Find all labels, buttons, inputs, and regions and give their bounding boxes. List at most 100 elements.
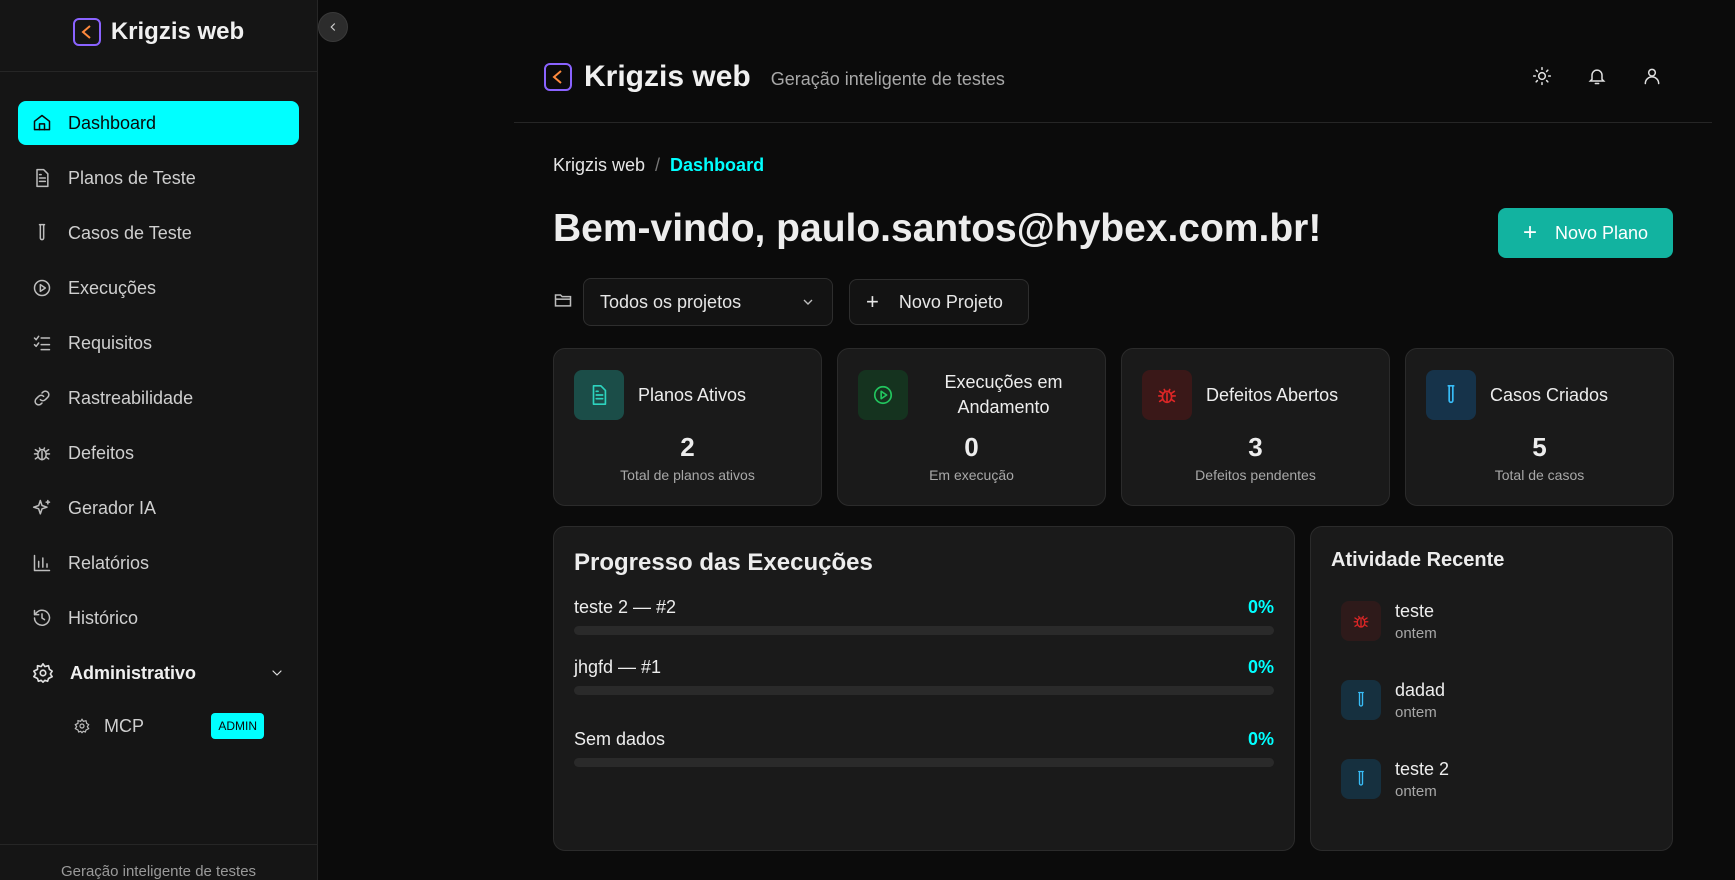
activity-name: dadad xyxy=(1395,679,1446,700)
new-project-label: Novo Projeto xyxy=(898,291,1003,312)
project-select[interactable]: Todos os projetos xyxy=(583,278,833,326)
sidebar-item-defeitos[interactable]: Defeitos xyxy=(18,431,299,475)
bug-icon xyxy=(1142,370,1192,420)
stat-subtitle: Total de planos ativos xyxy=(620,467,755,483)
sidebar-item-label: Casos de Teste xyxy=(68,222,192,243)
page-title: Bem-vindo, paulo.santos@hybex.com.br! xyxy=(553,207,1322,250)
folder-icon xyxy=(553,290,573,315)
sidebar-subitem-mcp[interactable]: MCP ADMIN xyxy=(18,706,299,746)
sidebar-item-label: Defeitos xyxy=(68,442,135,463)
sidebar-collapse-button[interactable] xyxy=(318,12,348,42)
project-filter-row: Todos os projetos + Novo Projeto xyxy=(553,278,1029,326)
link-icon xyxy=(34,390,50,406)
activity-time: ontem xyxy=(1395,782,1437,800)
user-icon[interactable] xyxy=(1642,66,1662,86)
logo-icon xyxy=(72,17,101,46)
activity-time: ontem xyxy=(1395,703,1437,721)
admin-badge: ADMIN xyxy=(211,713,264,739)
progress-name: teste 2 — #2 xyxy=(574,597,677,617)
list-checks-icon xyxy=(33,335,51,351)
sidebar-item-rastreabilidade[interactable]: Rastreabilidade xyxy=(18,376,299,420)
sidebar-item-label: Administrativo xyxy=(70,662,197,683)
progress-row[interactable]: jhgfd — #1 0% xyxy=(574,657,1274,695)
sidebar-item-administrativo[interactable]: Administrativo xyxy=(18,651,299,695)
gear-icon xyxy=(74,718,90,734)
top-actions xyxy=(1532,66,1662,86)
activity-name: teste 2 xyxy=(1395,758,1450,779)
sidebar-item-label: Execuções xyxy=(68,277,157,298)
test-tube-icon xyxy=(1341,680,1381,720)
history-icon xyxy=(33,609,51,627)
new-project-button[interactable]: + Novo Projeto xyxy=(849,279,1029,325)
activity-title: Atividade Recente xyxy=(1331,549,1505,571)
gear-icon xyxy=(33,663,53,683)
stat-card-execucoes[interactable]: Execuções em Andamento 0 Em execução xyxy=(837,348,1106,506)
progress-percent: 0% xyxy=(1247,729,1274,749)
breadcrumb-separator: / xyxy=(655,155,661,175)
test-tube-icon xyxy=(1426,370,1476,420)
sidebar-item-label: Histórico xyxy=(68,607,139,628)
stat-card-casos[interactable]: Casos Criados 5 Total de casos xyxy=(1405,348,1674,506)
play-circle-icon xyxy=(33,279,51,297)
progress-name: jhgfd — #1 xyxy=(574,657,662,677)
sidebar-item-requisitos[interactable]: Requisitos xyxy=(18,321,299,365)
stat-value: 5 xyxy=(1532,432,1547,462)
sidebar-subitem-label: MCP xyxy=(104,715,144,736)
logo-icon xyxy=(544,63,572,91)
stat-card-planos[interactable]: Planos Ativos 2 Total de planos ativos xyxy=(553,348,822,506)
new-plan-label: Novo Plano xyxy=(1554,222,1649,243)
test-tube-icon xyxy=(38,223,46,241)
sidebar-item-label: Requisitos xyxy=(68,332,153,353)
sidebar-item-historico[interactable]: Histórico xyxy=(18,596,299,640)
sidebar-item-label: Dashboard xyxy=(68,112,157,133)
progress-percent: 0% xyxy=(1247,657,1274,677)
sidebar-item-gerador-ia[interactable]: Gerador IA xyxy=(18,486,299,530)
home-icon xyxy=(33,114,51,131)
progress-title: Progresso das Execuções xyxy=(574,549,873,576)
sidebar-item-execucoes[interactable]: Execuções xyxy=(18,266,299,310)
test-tube-icon xyxy=(1341,759,1381,799)
breadcrumb-current: Dashboard xyxy=(670,155,765,175)
stat-card-defeitos[interactable]: Defeitos Abertos 3 Defeitos pendentes xyxy=(1121,348,1390,506)
sidebar-item-label: Gerador IA xyxy=(68,497,157,518)
file-text-icon xyxy=(574,370,624,420)
activity-time: ontem xyxy=(1395,624,1437,642)
sidebar-item-relatorios[interactable]: Relatórios xyxy=(18,541,299,585)
sidebar-item-label: Planos de Teste xyxy=(68,167,196,188)
activity-name: teste xyxy=(1395,600,1435,621)
sidebar-footer: Geração inteligente de testes xyxy=(0,844,317,880)
sun-icon[interactable] xyxy=(1532,66,1552,86)
plus-icon: + xyxy=(866,289,879,314)
plus-icon: + xyxy=(1522,219,1537,246)
progress-row[interactable]: teste 2 — #2 0% xyxy=(574,597,1274,635)
activity-item[interactable]: teste 2 ontem xyxy=(1341,758,1652,800)
stat-value: 0 xyxy=(964,432,979,462)
breadcrumb-root[interactable]: Krigzis web xyxy=(553,155,645,176)
sidebar-item-dashboard[interactable]: Dashboard xyxy=(18,101,299,145)
sidebar-header: Krigzis web xyxy=(0,0,317,72)
recent-activity-card: Atividade Recente teste ontem dadad onte… xyxy=(1310,526,1673,851)
progress-name: Sem dados xyxy=(574,729,666,749)
stat-value: 3 xyxy=(1248,432,1263,462)
sidebar-item-label: Rastreabilidade xyxy=(68,387,194,408)
bug-icon xyxy=(33,447,51,461)
top-bar: Krigzis web Geração inteligente de teste… xyxy=(514,50,1712,123)
stat-label: Planos Ativos xyxy=(638,384,747,405)
activity-item[interactable]: dadad ontem xyxy=(1341,679,1652,721)
stat-label: Execuções em Andamento xyxy=(944,372,1063,417)
progress-row[interactable]: Sem dados 0% xyxy=(574,729,1274,767)
bar-chart-icon xyxy=(33,554,51,572)
bell-icon[interactable] xyxy=(1587,66,1607,86)
chevron-down-icon xyxy=(272,670,282,676)
sidebar-item-planos[interactable]: Planos de Teste xyxy=(18,156,299,200)
new-plan-button[interactable]: + Novo Plano xyxy=(1498,208,1673,258)
app-tagline: Geração inteligente de testes xyxy=(770,69,1005,89)
activity-item[interactable]: teste ontem xyxy=(1341,600,1652,642)
stat-subtitle: Em execução xyxy=(929,467,1014,483)
stat-subtitle: Total de casos xyxy=(1494,467,1585,483)
app-title: Krigzis web xyxy=(584,60,751,93)
play-circle-icon xyxy=(858,370,908,420)
sidebar-item-casos[interactable]: Casos de Teste xyxy=(18,211,299,255)
project-select-value: Todos os projetos xyxy=(600,291,742,312)
bug-icon xyxy=(1341,601,1381,641)
